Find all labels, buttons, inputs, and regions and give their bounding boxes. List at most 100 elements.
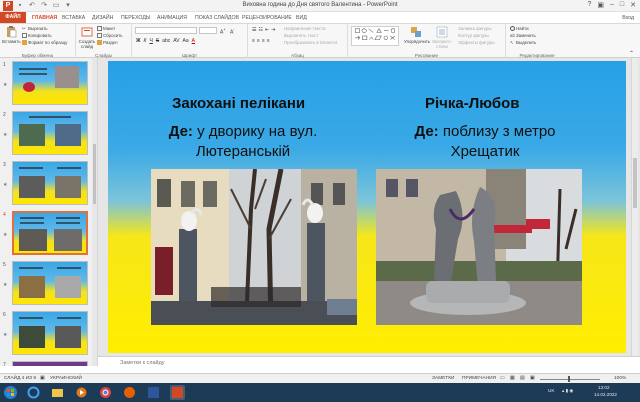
italic-button[interactable]: К xyxy=(144,38,147,44)
grow-font-button[interactable]: A+ xyxy=(220,27,226,36)
reset-button[interactable]: Сбросить xyxy=(97,33,123,39)
align-right-icon[interactable]: ≡ xyxy=(262,38,265,44)
shape-fill-button[interactable]: Заливка фигуры xyxy=(458,26,492,32)
scrollbar-thumb[interactable] xyxy=(93,144,96,204)
normal-view-icon[interactable]: ▭ xyxy=(500,376,505,381)
align-center-icon[interactable]: ≡ xyxy=(257,38,260,44)
underline-button[interactable]: Ч xyxy=(149,38,152,44)
copy-button[interactable]: Копировать xyxy=(22,33,52,39)
decrease-indent-icon[interactable]: ⇤ xyxy=(265,27,269,33)
quick-styles-button[interactable]: Экспресс-стили xyxy=(430,26,454,49)
bold-button[interactable]: Ж xyxy=(136,38,141,44)
section-button[interactable]: Раздел xyxy=(97,40,118,46)
collapse-ribbon-icon[interactable]: ⌃ xyxy=(629,51,634,57)
slide-left-where-line2[interactable]: Лютеранській xyxy=(158,143,328,160)
thumbnail-slide-3[interactable]: 3 ★ xyxy=(0,160,97,208)
font-size-combo[interactable] xyxy=(199,27,217,34)
font-color-button[interactable]: A xyxy=(192,38,195,44)
increase-indent-icon[interactable]: ⇥ xyxy=(271,27,275,33)
thumbnails-scrollbar[interactable] xyxy=(92,58,97,366)
zoom-level[interactable]: 100% xyxy=(614,376,626,381)
firefox-icon[interactable] xyxy=(122,385,137,400)
clock-time[interactable]: 13:02 xyxy=(598,385,610,390)
love-river-sculpture-photo[interactable] xyxy=(376,169,582,325)
maximize-icon[interactable]: □ xyxy=(620,1,624,9)
comments-toggle-button[interactable]: ПРИМЕЧАНИЯ xyxy=(462,376,496,381)
slide-right-where-line1[interactable]: Де: поблизу з метро xyxy=(380,123,590,140)
slide-left-title[interactable]: Закохані пелікани xyxy=(172,95,305,112)
notes-pane[interactable]: Заметки к слайду xyxy=(98,356,640,373)
media-player-icon[interactable] xyxy=(74,385,89,400)
thumbnail-slide-6[interactable]: 6 ★ xyxy=(0,310,97,358)
pelicans-photo[interactable] xyxy=(151,169,357,325)
tab-view[interactable]: ВИД xyxy=(296,13,307,23)
slide-sorter-icon[interactable]: ▦ xyxy=(510,376,515,381)
tab-home[interactable]: ГЛАВНАЯ xyxy=(32,13,57,23)
word-icon[interactable] xyxy=(146,385,161,400)
thumbnail-slide-2[interactable]: 2 ★ xyxy=(0,110,97,158)
format-painter-button[interactable]: Формат по образцу xyxy=(22,40,67,46)
shapes-gallery[interactable] xyxy=(351,26,399,46)
cut-button[interactable]: ✂ Вырезать xyxy=(22,26,48,32)
input-language[interactable]: UK xyxy=(548,388,554,393)
slide-scrollbar[interactable] xyxy=(631,58,638,356)
close-icon[interactable]: ✕ xyxy=(630,1,636,9)
tab-file[interactable]: ФАЙЛ xyxy=(0,12,26,23)
scrollbar-thumb[interactable] xyxy=(633,158,637,208)
numbering-icon[interactable]: ☷ xyxy=(258,27,262,33)
thumbnail-slide-1[interactable]: 1 ★ xyxy=(0,60,97,108)
tab-review[interactable]: РЕЦЕНЗИРОВАНИЕ xyxy=(242,13,292,23)
thumbnail-slide-5[interactable]: 5 ★ xyxy=(0,260,97,308)
slide-right-title[interactable]: Річка-Любов xyxy=(425,95,520,112)
notes-toggle-button[interactable]: ЗАМЕТКИ xyxy=(432,376,454,381)
shape-effects-button[interactable]: Эффекты фигуры xyxy=(458,40,495,46)
layout-button[interactable]: Макет xyxy=(97,26,115,32)
file-explorer-icon[interactable] xyxy=(50,385,65,400)
internet-explorer-icon[interactable] xyxy=(26,385,41,400)
help-icon[interactable]: ? xyxy=(587,1,591,9)
slide-left-where-line1[interactable]: Де: у дворику на вул. xyxy=(158,123,328,140)
text-shadow-button[interactable]: abc xyxy=(162,38,170,44)
tray-icons[interactable]: ▴ ▮ ◉ xyxy=(562,388,573,394)
thumbnail-slide-4-selected[interactable]: 4 ★ xyxy=(0,210,97,258)
tab-transitions[interactable]: ПЕРЕХОДЫ xyxy=(121,13,150,23)
tab-animation[interactable]: АНИМАЦИЯ xyxy=(157,13,187,23)
justify-icon[interactable]: ≡ xyxy=(267,38,270,44)
clock-date[interactable]: 14.02.2022 xyxy=(594,392,617,397)
tab-insert[interactable]: ВСТАВКА xyxy=(62,13,85,23)
ribbon-display-icon[interactable]: ▣ xyxy=(597,1,604,9)
select-button[interactable]: ↖ Выделить xyxy=(510,40,536,46)
tab-design[interactable]: ДИЗАЙН xyxy=(92,13,113,23)
powerpoint-taskbar-icon[interactable] xyxy=(170,385,185,400)
slideshow-view-icon[interactable]: ▣ xyxy=(530,376,535,381)
replace-button[interactable]: abЗаменить xyxy=(510,33,536,39)
spellcheck-icon[interactable]: ▣ xyxy=(40,376,45,381)
strikethrough-button[interactable]: S xyxy=(156,38,159,44)
tab-slideshow[interactable]: ПОКАЗ СЛАЙДОВ xyxy=(195,13,239,23)
font-name-combo[interactable] xyxy=(135,27,197,34)
slide-right-where-line2[interactable]: Хрещатик xyxy=(380,143,590,160)
smartart-button[interactable]: Преобразовать в SmartArt xyxy=(284,40,337,46)
change-case-button[interactable]: Aa xyxy=(183,38,189,44)
align-text-button[interactable]: Выровнять текст xyxy=(284,33,318,39)
arrange-button[interactable]: Упорядочить xyxy=(404,26,430,44)
paste-button[interactable]: Вставить xyxy=(2,26,21,44)
zoom-slider[interactable] xyxy=(540,379,600,380)
thumbnail-slide-7[interactable]: 7 xyxy=(0,360,97,366)
start-button-icon[interactable] xyxy=(3,385,18,400)
find-button[interactable]: Найти xyxy=(510,26,529,32)
text-direction-button[interactable]: Направление текста xyxy=(284,26,326,32)
current-slide[interactable]: Закохані пелікани Де: у дворику на вул. … xyxy=(108,61,626,353)
bullets-icon[interactable]: ☰ xyxy=(252,27,256,33)
reading-view-icon[interactable]: ▤ xyxy=(520,376,525,381)
shrink-font-button[interactable]: A- xyxy=(230,27,235,36)
zoom-slider-handle[interactable] xyxy=(568,376,570,382)
align-left-icon[interactable]: ≡ xyxy=(252,38,255,44)
new-slide-button[interactable]: Создать слайд xyxy=(78,26,96,49)
chrome-icon[interactable] xyxy=(98,385,113,400)
signin-link[interactable]: Вход xyxy=(622,13,634,23)
minimize-icon[interactable]: – xyxy=(610,1,614,9)
language-indicator[interactable]: УКРАИНСКИЙ xyxy=(50,376,82,381)
char-spacing-button[interactable]: AV xyxy=(173,38,179,44)
shape-outline-button[interactable]: Контур фигуры xyxy=(458,33,489,39)
